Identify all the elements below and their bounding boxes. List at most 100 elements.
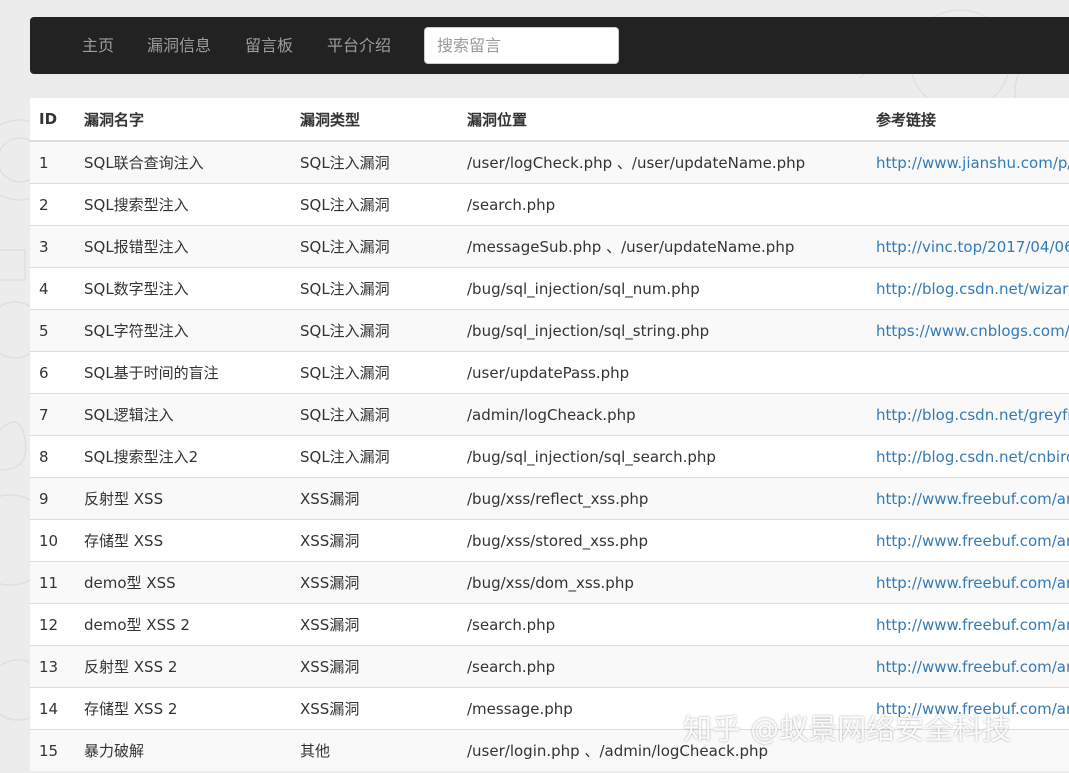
table-header-row: ID 漏洞名字 漏洞类型 漏洞位置 参考链接 xyxy=(30,98,1069,142)
cell-reference: http://blog.csdn.net/wizardfo xyxy=(867,267,1069,310)
header-type: 漏洞类型 xyxy=(291,98,458,142)
cell-type: XSS漏洞 xyxy=(291,561,458,604)
cell-type: SQL注入漏洞 xyxy=(291,183,458,226)
reference-link[interactable]: http://www.freebuf.com/artic xyxy=(876,658,1069,676)
cell-reference: http://www.freebuf.com/artic xyxy=(867,519,1069,562)
table-row: 8 SQL搜索型注入2 SQL注入漏洞/bug/sql_injection/sql_… xyxy=(30,435,1069,478)
cell-name: demo型 XSS xyxy=(75,561,291,604)
cell-location: /search.php xyxy=(458,645,867,688)
cell-reference: http://www.jianshu.com/p/39 xyxy=(867,140,1069,184)
cell-id: 13 xyxy=(30,645,75,688)
cell-id: 10 xyxy=(30,519,75,562)
reference-link[interactable]: http://www.freebuf.com/artic xyxy=(876,616,1069,634)
cell-location: /bug/sql_injection/sql_string.php xyxy=(458,309,867,352)
cell-reference: http://www.freebuf.com/artic xyxy=(867,603,1069,646)
cell-type: SQL注入漏洞 xyxy=(291,351,458,394)
reference-link[interactable]: http://www.jianshu.com/p/39 xyxy=(876,154,1069,172)
cell-id: 1 xyxy=(30,140,75,184)
cell-location: /bug/xss/reflect_xss.php xyxy=(458,477,867,520)
header-reference: 参考链接 xyxy=(867,98,1069,142)
header-location: 漏洞位置 xyxy=(458,98,867,142)
cell-name: 反射型 XSS 2 xyxy=(75,645,291,688)
cell-location: /search.php xyxy=(458,603,867,646)
cell-type: SQL注入漏洞 xyxy=(291,267,458,310)
cell-name: SQL数字型注入 xyxy=(75,267,291,310)
table-row: 4 SQL数字型注入 SQL注入漏洞/bug/sql_injection/sql_n… xyxy=(30,267,1069,310)
cell-type: XSS漏洞 xyxy=(291,603,458,646)
cell-name: SQL搜索型注入 xyxy=(75,183,291,226)
cell-location: /bug/sql_injection/sql_search.php xyxy=(458,435,867,478)
cell-name: 反射型 XSS xyxy=(75,477,291,520)
cell-id: 3 xyxy=(30,225,75,268)
table-row: 11 demo型 XSS XSS漏洞/bug/xss/dom_xss.php http… xyxy=(30,561,1069,604)
cell-type: XSS漏洞 xyxy=(291,645,458,688)
cell-id: 15 xyxy=(30,729,75,771)
cell-name: SQL基于时间的盲注 xyxy=(75,351,291,394)
reference-link[interactable]: http://blog.csdn.net/greyfree xyxy=(876,406,1069,424)
cell-name: demo型 XSS 2 xyxy=(75,603,291,646)
watermark: 知乎 @蚁景网络安全科技 xyxy=(683,712,1012,746)
cell-id: 11 xyxy=(30,561,75,604)
cell-location: /user/logCheck.php 、/user/updateName.php xyxy=(458,140,867,184)
nav-vulnerability-info[interactable]: 漏洞信息 xyxy=(147,17,211,74)
cell-type: SQL注入漏洞 xyxy=(291,140,458,184)
table-row: 1 SQL联合查询注入 SQL注入漏洞/user/logCheck.php 、/us… xyxy=(30,140,1069,184)
search-input[interactable] xyxy=(424,27,619,64)
cell-location: /bug/sql_injection/sql_num.php xyxy=(458,267,867,310)
cell-type: SQL注入漏洞 xyxy=(291,435,458,478)
cell-location: /admin/logCheack.php xyxy=(458,393,867,436)
reference-link[interactable]: http://vinc.top/2017/04/06/ xyxy=(876,238,1069,256)
table-row: 12 demo型 XSS 2 XSS漏洞/search.php http://www.… xyxy=(30,603,1069,646)
cell-id: 7 xyxy=(30,393,75,436)
cell-id: 14 xyxy=(30,687,75,730)
table-row: 6 SQL基于时间的盲注 SQL注入漏洞/user/updatePass.php xyxy=(30,351,1069,394)
cell-reference: http://www.freebuf.com/artic xyxy=(867,645,1069,688)
nav-message-board[interactable]: 留言板 xyxy=(245,17,293,74)
table-row: 3 SQL报错型注入 SQL注入漏洞/messageSub.php 、/user/u… xyxy=(30,225,1069,268)
cell-type: SQL注入漏洞 xyxy=(291,309,458,352)
nav-platform-intro[interactable]: 平台介绍 xyxy=(327,17,391,74)
top-navbar: 主页 漏洞信息 留言板 平台介绍 xyxy=(30,17,1069,74)
table-row: 5 SQL字符型注入 SQL注入漏洞/bug/sql_injection/sql_s… xyxy=(30,309,1069,352)
cell-id: 4 xyxy=(30,267,75,310)
cell-reference xyxy=(867,351,1069,394)
reference-link[interactable]: http://blog.csdn.net/wizardfo xyxy=(876,280,1069,298)
reference-link[interactable]: http://blog.csdn.net/cnbird20 xyxy=(876,448,1069,466)
cell-id: 5 xyxy=(30,309,75,352)
cell-name: 存储型 XSS xyxy=(75,519,291,562)
cell-type: XSS漏洞 xyxy=(291,687,458,730)
cell-name: SQL联合查询注入 xyxy=(75,140,291,184)
cell-type: SQL注入漏洞 xyxy=(291,225,458,268)
cell-name: SQL字符型注入 xyxy=(75,309,291,352)
cell-reference: http://vinc.top/2017/04/06/ xyxy=(867,225,1069,268)
cell-reference: http://www.freebuf.com/artic xyxy=(867,561,1069,604)
reference-link[interactable]: http://www.freebuf.com/artic xyxy=(876,532,1069,550)
cell-id: 8 xyxy=(30,435,75,478)
vulnerability-table: ID 漏洞名字 漏洞类型 漏洞位置 参考链接 1 SQL联合查询注入 SQL注入漏洞… xyxy=(30,98,1069,771)
cell-type: XSS漏洞 xyxy=(291,519,458,562)
table-row: 7 SQL逻辑注入 SQL注入漏洞/admin/logCheack.php http:… xyxy=(30,393,1069,436)
cell-reference: http://www.freebuf.com/artic xyxy=(867,477,1069,520)
cell-id: 6 xyxy=(30,351,75,394)
cell-name: SQL搜索型注入2 xyxy=(75,435,291,478)
cell-name: 存储型 XSS 2 xyxy=(75,687,291,730)
cell-location: /bug/xss/dom_xss.php xyxy=(458,561,867,604)
cell-reference: http://blog.csdn.net/cnbird20 xyxy=(867,435,1069,478)
cell-reference: https://www.cnblogs.com/za xyxy=(867,309,1069,352)
cell-type: SQL注入漏洞 xyxy=(291,393,458,436)
cell-name: 暴力破解 xyxy=(75,729,291,771)
cell-location: /user/updatePass.php xyxy=(458,351,867,394)
cell-id: 12 xyxy=(30,603,75,646)
table-row: 10 存储型 XSS XSS漏洞/bug/xss/stored_xss.php htt… xyxy=(30,519,1069,562)
reference-link[interactable]: https://www.cnblogs.com/za xyxy=(876,322,1069,340)
vulnerability-table-container: ID 漏洞名字 漏洞类型 漏洞位置 参考链接 1 SQL联合查询注入 SQL注入漏洞… xyxy=(30,98,1069,773)
cell-name: SQL报错型注入 xyxy=(75,225,291,268)
table-row: 9 反射型 XSS XSS漏洞/bug/xss/reflect_xss.php htt… xyxy=(30,477,1069,520)
cell-id: 9 xyxy=(30,477,75,520)
reference-link[interactable]: http://www.freebuf.com/artic xyxy=(876,490,1069,508)
nav-home[interactable]: 主页 xyxy=(82,17,114,74)
cell-type: 其他 xyxy=(291,729,458,771)
reference-link[interactable]: http://www.freebuf.com/artic xyxy=(876,574,1069,592)
cell-location: /messageSub.php 、/user/updateName.php xyxy=(458,225,867,268)
table-row: 2 SQL搜索型注入 SQL注入漏洞/search.php xyxy=(30,183,1069,226)
